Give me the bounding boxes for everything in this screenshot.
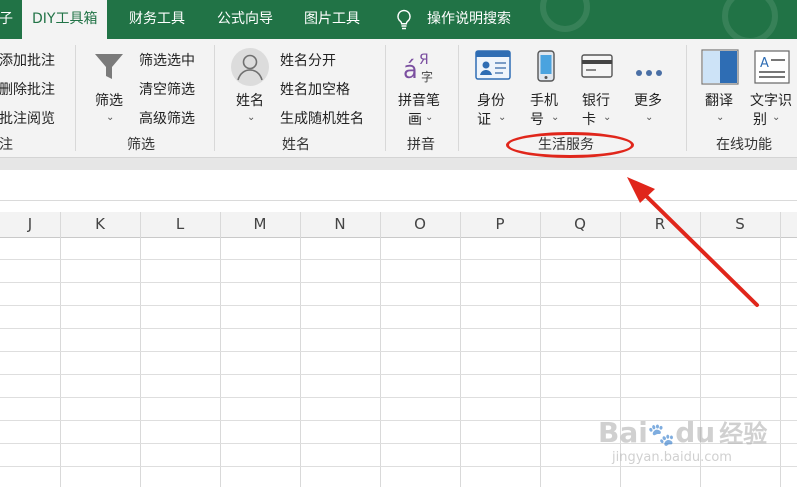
paw-icon: 🐾	[647, 423, 676, 448]
watermark-url: jingyan.baidu.com	[612, 450, 732, 465]
watermark-baidu: Bai🐾du 经验	[598, 416, 768, 449]
